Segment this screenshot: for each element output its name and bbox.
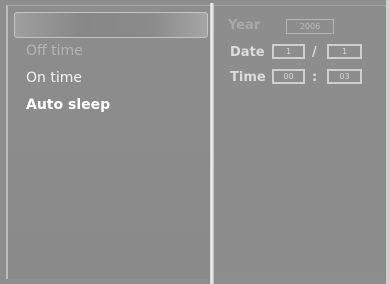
time-separator: :	[312, 70, 318, 85]
menu-item-on-time[interactable]: On time	[26, 70, 82, 86]
date-separator: /	[312, 45, 317, 60]
date-day-field[interactable]: 1	[327, 44, 362, 59]
menu-item-off-time[interactable]: Off time	[26, 43, 83, 59]
time-minute-field[interactable]: 03	[327, 69, 362, 84]
date-month-field[interactable]: 1	[272, 44, 305, 59]
menu-item-auto-sleep[interactable]: Auto sleep	[26, 97, 110, 113]
year-field[interactable]: 2006	[286, 19, 334, 34]
settings-panel: Year 2006 Date 1 / 1 Time 00 : 03	[214, 5, 386, 279]
menu-panel: Off time On time Auto sleep	[6, 5, 210, 279]
osd-screen: Off time On time Auto sleep Year 2006 Da…	[0, 0, 389, 284]
year-label: Year	[228, 18, 261, 33]
menu-header-bar	[14, 12, 208, 38]
date-label: Date	[230, 45, 265, 60]
time-label: Time	[230, 70, 266, 85]
time-hour-field[interactable]: 00	[272, 69, 305, 84]
